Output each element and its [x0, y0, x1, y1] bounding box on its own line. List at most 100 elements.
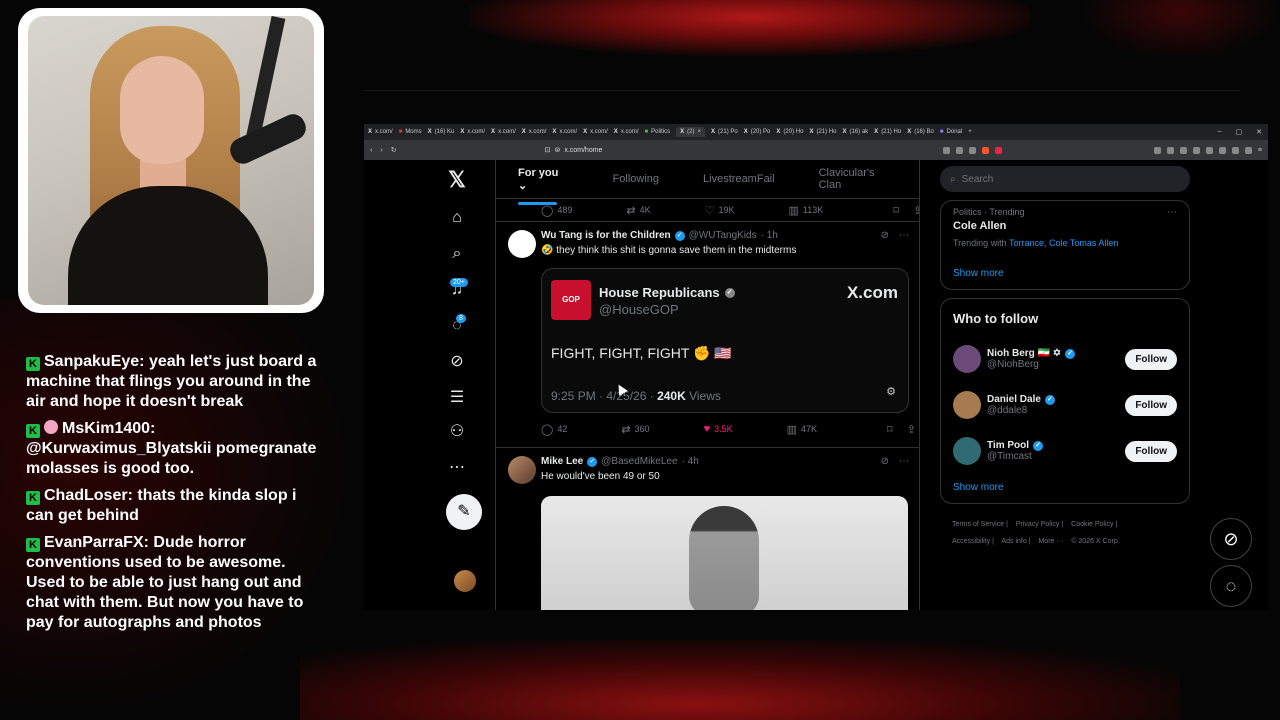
footer-link[interactable]: Privacy Policy | [1016, 521, 1063, 528]
views-button[interactable]: ▥ 113K [788, 204, 823, 217]
extension-icon[interactable] [1179, 146, 1187, 154]
tab-for-you[interactable]: For you ⌄ [496, 167, 591, 205]
minimize-icon[interactable]: – [1218, 128, 1222, 136]
footer-link[interactable]: Accessibility | [952, 538, 994, 545]
tweet-handle[interactable]: @BasedMikeLee [601, 456, 677, 467]
more-options-icon[interactable]: ⋯ [899, 456, 909, 467]
search-input[interactable]: ⌕ Search [940, 166, 1190, 192]
tab-following[interactable]: Following [591, 173, 681, 185]
back-icon[interactable]: ‹ [370, 147, 372, 154]
extension-icon[interactable] [1244, 146, 1252, 154]
browser-tab[interactable]: X (16) Ku [428, 129, 455, 135]
home-icon[interactable]: ⌂ [447, 208, 467, 228]
like-button[interactable]: ♡ 19K [705, 204, 735, 217]
extension-icon[interactable] [1192, 146, 1200, 154]
tweet[interactable]: Mike Lee ✓ @BasedMikeLee · 4h ⊘ ⋯ He woul… [496, 447, 919, 610]
footer-link[interactable]: Terms of Service | [952, 521, 1008, 528]
follow-suggestion[interactable]: Nioh Berg 🇮🇷 ✡ ✓ @NiohBerg Follow [953, 336, 1177, 382]
more-icon[interactable]: ⋯ [447, 458, 467, 478]
extension-icon[interactable] [1231, 146, 1239, 154]
browser-tab[interactable]: Xx.com/ [368, 129, 393, 135]
account-avatar[interactable] [454, 570, 476, 592]
close-icon[interactable]: ✕ [1256, 128, 1262, 136]
search-icon[interactable]: ⌕ [447, 244, 467, 264]
repost-button[interactable]: ⇄ 4K [626, 204, 650, 217]
reload-icon[interactable]: ↻ [391, 146, 397, 154]
avatar[interactable] [953, 391, 981, 419]
tweet-photo[interactable] [541, 496, 908, 610]
tweet-avatar[interactable] [508, 456, 536, 484]
tab-claviculars-clan[interactable]: Clavicular's Clan [797, 167, 919, 191]
trend-title[interactable]: Cole Allen [953, 220, 1177, 232]
browser-tab[interactable]: X (16) Bo [907, 129, 934, 135]
extension-icon[interactable] [968, 146, 976, 154]
maximize-icon[interactable]: ▢ [1236, 128, 1243, 136]
extension-icon[interactable] [1153, 146, 1161, 154]
extension-icon[interactable] [1166, 146, 1174, 154]
browser-tab[interactable]: X (21) Ho [874, 129, 901, 135]
extension-icon[interactable] [1205, 146, 1213, 154]
extension-icon[interactable] [1218, 146, 1226, 154]
grok-floating-icon[interactable]: ⊘ [1210, 518, 1252, 560]
browser-tab[interactable]: X (20) Po [744, 129, 771, 135]
avatar[interactable] [953, 437, 981, 465]
quoted-image-card[interactable]: GOP House Republicans ✓ @HouseGOP X.com F… [541, 268, 909, 413]
bookmark-icon[interactable]: ⊡ [545, 146, 551, 154]
reply-button[interactable]: ◯ 489 [541, 204, 572, 217]
follow-button[interactable]: Follow [1125, 440, 1177, 462]
grok-icon[interactable]: ⊘ [447, 352, 467, 372]
browser-tab[interactable]: Xx.com/ [460, 129, 485, 135]
repost-button[interactable]: ⇄ 360 [621, 423, 649, 436]
share-button[interactable]: ⇪ [913, 204, 919, 217]
share-button[interactable]: ⇪ [907, 423, 916, 436]
bookmark-button[interactable]: ⌑ [893, 204, 899, 217]
follow-button[interactable]: Follow [1125, 348, 1177, 370]
browser-tab[interactable]: Xx.com/ [552, 129, 577, 135]
bookmark-button[interactable]: ⌑ [887, 423, 893, 436]
footer-link[interactable]: More ··· [1038, 538, 1063, 545]
browser-tab[interactable]: Xx.com/ [522, 129, 547, 135]
tweet-avatar[interactable] [508, 230, 536, 258]
tweet-handle[interactable]: @WUTangKids [689, 230, 757, 241]
post-button[interactable]: ✎ [446, 494, 482, 530]
browser-tab[interactable]: X (20) Ho [776, 129, 803, 135]
show-more-link[interactable]: Show more [953, 268, 1177, 279]
browser-tab[interactable]: Xx.com/ [614, 129, 639, 135]
more-options-icon[interactable]: ⋯ [899, 230, 909, 241]
profile-icon[interactable]: ⚇ [447, 422, 467, 442]
browser-tab[interactable]: ■ Moms [399, 129, 422, 135]
tweet[interactable]: Wu Tang is for the Children ✓ @WUTangKid… [496, 221, 919, 447]
grok-icon[interactable]: ⊘ [881, 230, 889, 241]
extension-icon[interactable] [994, 146, 1002, 154]
browser-tab[interactable]: ■ Donal [940, 129, 962, 135]
lists-icon[interactable]: ☰ [447, 388, 467, 408]
browser-tab[interactable]: X (21) Po [711, 129, 738, 135]
tweet-author[interactable]: Mike Lee [541, 456, 583, 467]
browser-tab[interactable]: ■ Politics [644, 129, 670, 135]
image-settings-icon[interactable]: ⚙ [886, 385, 896, 398]
tab-livestreamfail[interactable]: LivestreamFail [681, 173, 797, 185]
forward-icon[interactable]: › [380, 147, 382, 154]
like-button[interactable]: ♥ 3.5K [704, 423, 733, 435]
tweet-time[interactable]: · 4h [682, 456, 699, 467]
views-button[interactable]: ▥ 47K [787, 423, 817, 436]
browser-tab[interactable]: X (21) Ho [809, 129, 836, 135]
more-options-icon[interactable]: ⋯ [1167, 207, 1177, 218]
browser-tab[interactable]: X (16) ak [842, 129, 868, 135]
browser-tab[interactable]: Xx.com/ [491, 129, 516, 135]
reply-button[interactable]: ◯ 42 [541, 423, 567, 436]
menu-icon[interactable]: ≡ [1258, 147, 1262, 154]
x-logo-icon[interactable]: 𝕏 [447, 169, 467, 191]
browser-tab-active[interactable]: X (2) × [676, 127, 705, 137]
show-more-link[interactable]: Show more [953, 482, 1177, 493]
url-field[interactable]: x.com/home [564, 147, 602, 154]
new-tab-button[interactable]: + [968, 129, 972, 135]
extension-icon[interactable] [942, 146, 950, 154]
footer-link[interactable]: Ads info | [1001, 538, 1030, 545]
brave-shield-icon[interactable] [981, 146, 989, 154]
footer-link[interactable]: Cookie Policy | [1071, 521, 1117, 528]
site-info-icon[interactable]: ⊜ [554, 146, 560, 154]
browser-tab[interactable]: Xx.com/ [583, 129, 608, 135]
tweet-author[interactable]: Wu Tang is for the Children [541, 230, 671, 241]
follow-button[interactable]: Follow [1125, 394, 1177, 416]
